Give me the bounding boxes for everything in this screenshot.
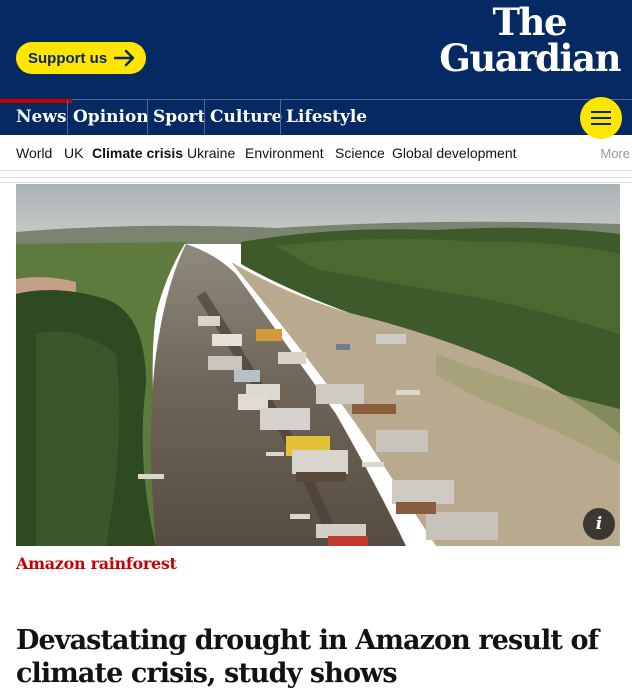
amazon-drought-photo xyxy=(16,184,620,546)
logo-line-guardian: Guardian xyxy=(439,36,621,80)
arrow-right-icon xyxy=(114,49,135,67)
support-us-button[interactable]: Support us xyxy=(16,42,146,74)
divider xyxy=(0,182,632,183)
pillar-news[interactable]: News xyxy=(0,99,72,135)
pillar-opinion[interactable]: Opinion xyxy=(67,100,154,135)
pillar-culture[interactable]: Culture xyxy=(204,100,287,135)
pillar-lifestyle[interactable]: Lifestyle xyxy=(280,100,372,135)
section-kicker[interactable]: Amazon rainforest xyxy=(16,554,177,573)
menu-button[interactable] xyxy=(580,97,622,139)
guardian-logo[interactable]: The Guardian xyxy=(410,0,621,80)
subnav-more[interactable]: More xyxy=(600,146,630,161)
divider xyxy=(0,177,632,178)
hero-image xyxy=(16,184,620,546)
subnav-global-development[interactable]: Global development xyxy=(392,145,517,161)
article-headline: Devastating drought in Amazon result of … xyxy=(16,625,599,689)
subnav-uk[interactable]: UK xyxy=(64,145,83,161)
hamburger-icon xyxy=(591,111,611,113)
subnav-environment[interactable]: Environment xyxy=(245,145,324,161)
subnav-climate-crisis[interactable]: Climate crisis xyxy=(92,145,183,161)
masthead: Support us The Guardian xyxy=(0,0,632,99)
logo-line-the: The xyxy=(492,0,568,44)
image-info-button[interactable]: i xyxy=(583,508,615,540)
subnav-science[interactable]: Science xyxy=(335,145,385,161)
subnav-world[interactable]: World xyxy=(16,145,52,161)
support-us-label: Support us xyxy=(28,49,108,67)
sub-nav: World UK Climate crisis Ukraine Environm… xyxy=(0,135,632,171)
subnav-ukraine[interactable]: Ukraine xyxy=(187,145,235,161)
pillar-nav: News Opinion Sport Culture Lifestyle xyxy=(0,99,632,135)
pillar-sport[interactable]: Sport xyxy=(147,100,210,135)
